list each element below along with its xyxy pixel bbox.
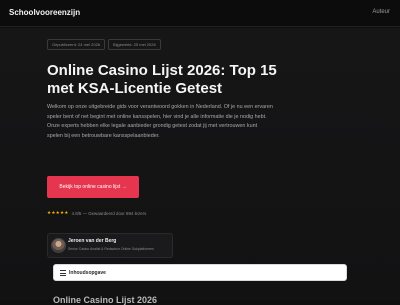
intro-paragraph: Welkom op onze uitgebreide gids voor ver…: [47, 104, 273, 140]
rating-summary: ★★★★★ 4.9/5 — Gewaardeerd door 894 lezer…: [47, 210, 146, 216]
page-title: Online Casino Lijst 2026: Top 15 met KSA…: [47, 62, 277, 97]
star-rating-icon: ★★★★★: [47, 210, 69, 215]
hero-section: Gepubliceerd: 24 mei 2026 Bijgewerkt: 25…: [0, 28, 400, 305]
list-icon: [60, 270, 66, 276]
nav-link-auteur[interactable]: Auteur: [372, 9, 390, 15]
author-role: Senior Casino Analist & Redacteur Online…: [68, 247, 154, 251]
author-avatar: [51, 238, 66, 253]
author-card[interactable]: Jeroen van der Berg Senior Casino Analis…: [47, 233, 173, 258]
updated-date-badge: Bijgewerkt: 25 mei 2026: [108, 39, 161, 50]
top-navigation-bar: Schoolvooreenzijn Auteur: [0, 0, 400, 27]
section-heading: Online Casino Lijst 2026: [53, 295, 158, 305]
toc-label: Inhoudsopgave: [69, 270, 106, 276]
table-of-contents-toggle[interactable]: Inhoudsopgave: [53, 264, 347, 281]
site-brand-logo[interactable]: Schoolvooreenzijn: [9, 8, 80, 17]
published-date-badge: Gepubliceerd: 24 mei 2026: [47, 39, 106, 50]
author-name: Jeroen van der Berg: [68, 238, 117, 244]
article-dates: Gepubliceerd: 24 mei 2026 Bijgewerkt: 25…: [47, 39, 161, 50]
rating-text: 4.9/5 — Gewaardeerd door 894 lezers: [71, 210, 147, 216]
view-casino-list-button[interactable]: Bekijk top online casino lijst →: [47, 176, 139, 198]
